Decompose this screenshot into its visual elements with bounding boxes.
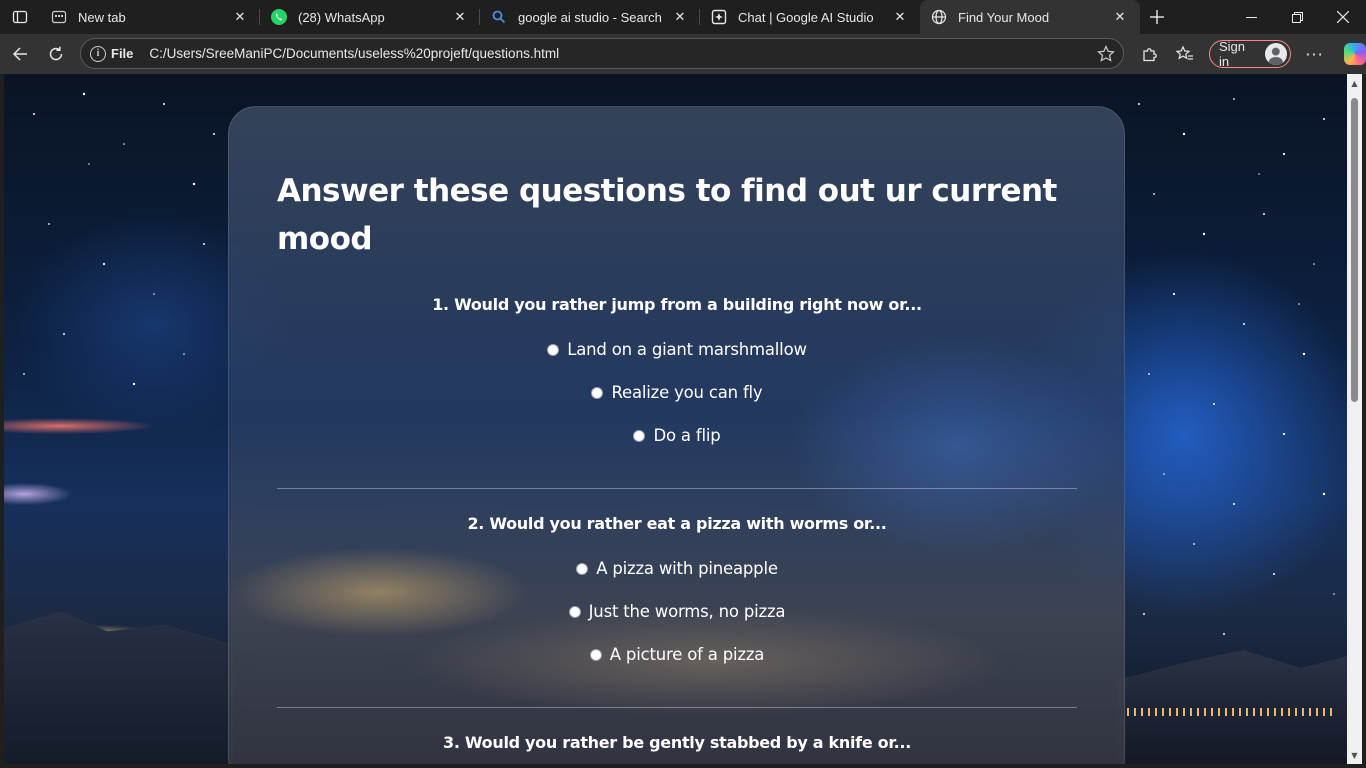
avatar-icon xyxy=(1265,43,1287,65)
option-1-2[interactable]: Realize you can fly xyxy=(277,371,1077,414)
radio-button[interactable] xyxy=(547,343,560,356)
minimize-icon xyxy=(1245,16,1257,18)
tab-whatsapp[interactable]: (28) WhatsApp ✕ xyxy=(260,0,480,34)
more-dots-icon: ··· xyxy=(1305,44,1324,64)
sign-in-label: Sign in xyxy=(1219,39,1246,69)
radio-button[interactable] xyxy=(633,429,646,442)
option-label: Do a flip xyxy=(653,426,721,445)
radio-button[interactable] xyxy=(576,562,589,575)
question-title: 2. Would you rather eat a pizza with wor… xyxy=(467,514,887,533)
close-tab-icon[interactable]: ✕ xyxy=(230,7,250,27)
whatsapp-icon xyxy=(270,8,288,26)
tab-strip: New tab ✕ (28) WhatsApp ✕ google ai stud… xyxy=(0,0,1366,34)
option-label: A picture of a pizza xyxy=(609,645,765,664)
close-tab-icon[interactable]: ✕ xyxy=(890,7,910,27)
close-tab-icon[interactable]: ✕ xyxy=(670,7,690,27)
extensions-button[interactable] xyxy=(1132,38,1168,70)
search-icon xyxy=(490,8,508,26)
copilot-icon[interactable] xyxy=(1344,43,1366,65)
radio-button[interactable] xyxy=(568,605,581,618)
option-label: Land on a giant marshmallow xyxy=(567,340,807,359)
close-icon xyxy=(1337,11,1349,23)
tab-actions-icon xyxy=(12,10,28,24)
tab-find-your-mood[interactable]: Find Your Mood ✕ xyxy=(920,0,1140,34)
favorite-star-icon[interactable] xyxy=(1097,45,1115,67)
plus-icon xyxy=(1150,10,1164,24)
option-label: Just the worms, no pizza xyxy=(588,602,786,621)
tab-title: Chat | Google AI Studio xyxy=(738,9,874,25)
question-2: 2. Would you rather eat a pizza with wor… xyxy=(277,514,1077,676)
page-scrollbar[interactable]: ▲ ▼ xyxy=(1347,74,1362,764)
settings-more-button[interactable]: ··· xyxy=(1297,38,1333,70)
toolbar-right: Sign in ··· xyxy=(1132,34,1366,74)
quiz-card: Answer these questions to find out ur cu… xyxy=(228,106,1125,764)
window-border-right xyxy=(1362,74,1366,764)
tab-actions-menu-button[interactable] xyxy=(0,0,40,34)
window-border-bottom xyxy=(0,764,1366,768)
scroll-down-arrow-icon[interactable]: ▼ xyxy=(1347,748,1362,762)
option-2-1[interactable]: A pizza with pineapple xyxy=(277,547,1077,590)
tab-title: New tab xyxy=(78,9,126,25)
question-3: 3. Would you rather be gently stabbed by… xyxy=(277,733,1077,752)
tab-title: google ai studio - Search xyxy=(518,9,662,25)
tab-ai-studio[interactable]: Chat | Google AI Studio ✕ xyxy=(700,0,920,34)
site-info-icon[interactable]: i xyxy=(90,45,106,62)
option-label: Realize you can fly xyxy=(611,383,763,402)
puzzle-icon xyxy=(1143,48,1157,62)
tab-new-tab[interactable]: New tab ✕ xyxy=(40,0,260,34)
globe-icon xyxy=(930,8,948,26)
restore-icon xyxy=(1291,11,1303,23)
scrollbar-thumb[interactable] xyxy=(1351,98,1358,402)
sign-in-button[interactable]: Sign in xyxy=(1209,39,1291,69)
restore-button[interactable] xyxy=(1274,0,1320,34)
address-bar[interactable]: i File C:/Users/SreeManiPC/Documents/use… xyxy=(80,38,1124,69)
refresh-icon xyxy=(49,46,63,61)
option-1-3[interactable]: Do a flip xyxy=(277,414,1077,457)
city-lights xyxy=(1127,708,1337,716)
option-label: A pizza with pineapple xyxy=(596,559,778,578)
question-title: 3. Would you rather be gently stabbed by… xyxy=(443,733,911,752)
tab-google-search[interactable]: google ai studio - Search ✕ xyxy=(480,0,700,34)
url-scheme-label: File xyxy=(111,46,134,61)
url-text[interactable]: C:/Users/SreeManiPC/Documents/useless%20… xyxy=(149,46,559,61)
newtab-page-icon xyxy=(50,8,68,26)
close-window-button[interactable] xyxy=(1320,0,1366,34)
question-divider xyxy=(277,488,1077,489)
window-border-left xyxy=(0,74,4,764)
question-1: 1. Would you rather jump from a building… xyxy=(277,295,1077,457)
option-2-3[interactable]: A picture of a pizza xyxy=(277,633,1077,676)
refresh-button[interactable] xyxy=(38,38,74,70)
ai-studio-icon xyxy=(710,8,728,26)
window-controls xyxy=(1228,0,1366,34)
favorites-button[interactable] xyxy=(1168,38,1204,70)
close-tab-icon[interactable]: ✕ xyxy=(1110,7,1130,27)
scroll-up-arrow-icon[interactable]: ▲ xyxy=(1347,76,1362,90)
close-tab-icon[interactable]: ✕ xyxy=(450,7,470,27)
browser-toolbar: i File C:/Users/SreeManiPC/Documents/use… xyxy=(0,34,1366,74)
tab-title: Find Your Mood xyxy=(958,9,1050,25)
back-arrow-icon xyxy=(12,47,27,61)
question-title: 1. Would you rather jump from a building… xyxy=(432,295,922,314)
page-viewport: Answer these questions to find out ur cu… xyxy=(4,74,1347,764)
radio-button[interactable] xyxy=(589,648,602,661)
radio-button[interactable] xyxy=(591,386,604,399)
page-title: Answer these questions to find out ur cu… xyxy=(277,173,1057,257)
option-2-2[interactable]: Just the worms, no pizza xyxy=(277,590,1077,633)
question-divider xyxy=(277,707,1077,708)
back-button[interactable] xyxy=(2,38,38,70)
minimize-button[interactable] xyxy=(1228,0,1274,34)
new-tab-button[interactable] xyxy=(1140,0,1174,34)
tab-title: (28) WhatsApp xyxy=(298,9,385,25)
favorites-star-list-icon xyxy=(1176,45,1194,60)
option-1-1[interactable]: Land on a giant marshmallow xyxy=(277,328,1077,371)
